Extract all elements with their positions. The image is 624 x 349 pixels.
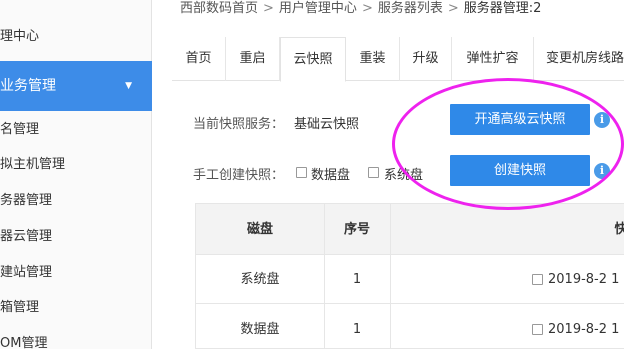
tab-label: 重装	[359, 51, 386, 66]
cell-disk: 系统盘	[240, 272, 280, 287]
breadcrumb-link-user-center[interactable]: 用户管理中心	[279, 0, 357, 18]
table-row: 数据盘 1 2019-8-2 1	[196, 305, 624, 349]
enable-advanced-snapshot-button[interactable]: 开通高级云快照	[450, 104, 590, 135]
sidebar-item-cloud-server[interactable]: 器云管理	[0, 225, 152, 249]
app-root: 理中心 业务管理 ▼ 名管理 拟主机管理 务器管理 器云管理 建站管理 箱管理 …	[0, 0, 624, 349]
row-select-checkbox[interactable]	[532, 324, 543, 335]
breadcrumb-separator: >	[263, 1, 274, 16]
annotation-highlight-ellipse	[392, 78, 624, 210]
sidebar: 理中心 业务管理 ▼ 名管理 拟主机管理 务器管理 器云管理 建站管理 箱管理 …	[0, 0, 152, 349]
data-disk-label: 数据盘	[311, 168, 351, 183]
tab-restart[interactable]: 重启	[226, 37, 280, 81]
sidebar-item-label: 建站管理	[0, 265, 53, 280]
breadcrumb: 西部数码首页 > 用户管理中心 > 服务器列表 > 服务器管理:2	[180, 0, 541, 20]
cell-disk: 数据盘	[240, 322, 280, 337]
column-header-index: 序号	[343, 222, 370, 237]
sidebar-item-label: 箱管理	[0, 300, 40, 315]
tab-label: 弹性扩容	[466, 51, 519, 66]
cell-index: 1	[352, 272, 362, 287]
sidebar-item-mailbox[interactable]: 箱管理	[0, 296, 152, 320]
tab-cloud-snapshot[interactable]: 云快照	[280, 37, 346, 82]
sidebar-item-site-builder[interactable]: 建站管理	[0, 261, 152, 285]
cell-date: 2019-8-2 1	[548, 272, 620, 287]
snapshot-table: 磁盘 序号 快 系统盘 1 2019-8-2 1 数据盘 1 2019-8-2 …	[195, 203, 624, 349]
tab-upgrade[interactable]: 升级	[400, 37, 452, 81]
table-row: 系统盘 1 2019-8-2 1	[196, 255, 624, 304]
sidebar-item-domain[interactable]: 名管理	[0, 118, 152, 142]
sidebar-item-oem[interactable]: OM管理	[0, 332, 152, 349]
column-header-disk: 磁盘	[246, 222, 273, 237]
breadcrumb-link-server-list[interactable]: 服务器列表	[378, 0, 443, 18]
sidebar-item-label: 名管理	[0, 122, 40, 137]
tab-bar: 首页 重启 云快照 重装 升级 弹性扩容 变更机房线路	[172, 37, 624, 82]
create-snapshot-button[interactable]: 创建快照	[450, 155, 590, 186]
sidebar-item-label: 拟主机管理	[0, 157, 66, 172]
sidebar-item-label: 理中心	[0, 29, 40, 44]
sidebar-item-label: OM管理	[0, 336, 48, 349]
breadcrumb-separator: >	[361, 1, 373, 16]
tab-reinstall[interactable]: 重装	[346, 37, 400, 81]
tab-label: 云快照	[293, 52, 333, 67]
breadcrumb-separator: >	[447, 1, 459, 16]
sidebar-item-management-center[interactable]: 理中心	[0, 25, 152, 49]
tab-elastic-scaling[interactable]: 弹性扩容	[452, 37, 534, 81]
tab-label: 变更机房线路	[546, 51, 624, 66]
info-icon[interactable]: i	[594, 112, 610, 128]
system-disk-checkbox[interactable]	[368, 167, 379, 178]
data-disk-checkbox[interactable]	[296, 167, 307, 178]
tab-label: 重启	[239, 51, 266, 66]
current-snapshot-value: 基础云快照	[294, 117, 360, 132]
tab-home[interactable]: 首页	[172, 37, 226, 81]
tab-label: 首页	[185, 51, 212, 66]
sidebar-item-business-management[interactable]: 业务管理 ▼	[0, 61, 152, 111]
breadcrumb-current: 服务器管理:2	[463, 1, 542, 16]
row-select-checkbox[interactable]	[532, 274, 543, 285]
info-icon[interactable]: i	[594, 163, 610, 179]
table-header: 磁盘 序号 快	[196, 204, 624, 255]
sidebar-item-virtual-host[interactable]: 拟主机管理	[0, 153, 152, 177]
caret-down-icon: ▼	[125, 81, 132, 91]
tab-label: 升级	[412, 51, 439, 66]
system-disk-label: 系统盘	[384, 168, 424, 183]
sidebar-item-label: 务器管理	[0, 193, 53, 208]
sidebar-item-label: 器云管理	[0, 229, 53, 244]
current-snapshot-label: 当前快照服务：	[193, 117, 285, 132]
sidebar-item-server[interactable]: 务器管理	[0, 189, 152, 213]
column-header-snapshot: 快	[614, 222, 624, 237]
manual-snapshot-label: 手工创建快照：	[193, 168, 285, 183]
sidebar-item-label: 业务管理	[0, 78, 56, 94]
cell-index: 1	[352, 322, 362, 337]
column-divider	[324, 204, 325, 349]
cell-date: 2019-8-2 1	[548, 322, 620, 337]
column-divider	[390, 204, 391, 349]
breadcrumb-link-home[interactable]: 西部数码首页	[180, 0, 258, 18]
tab-change-datacenter-line[interactable]: 变更机房线路	[534, 37, 624, 81]
